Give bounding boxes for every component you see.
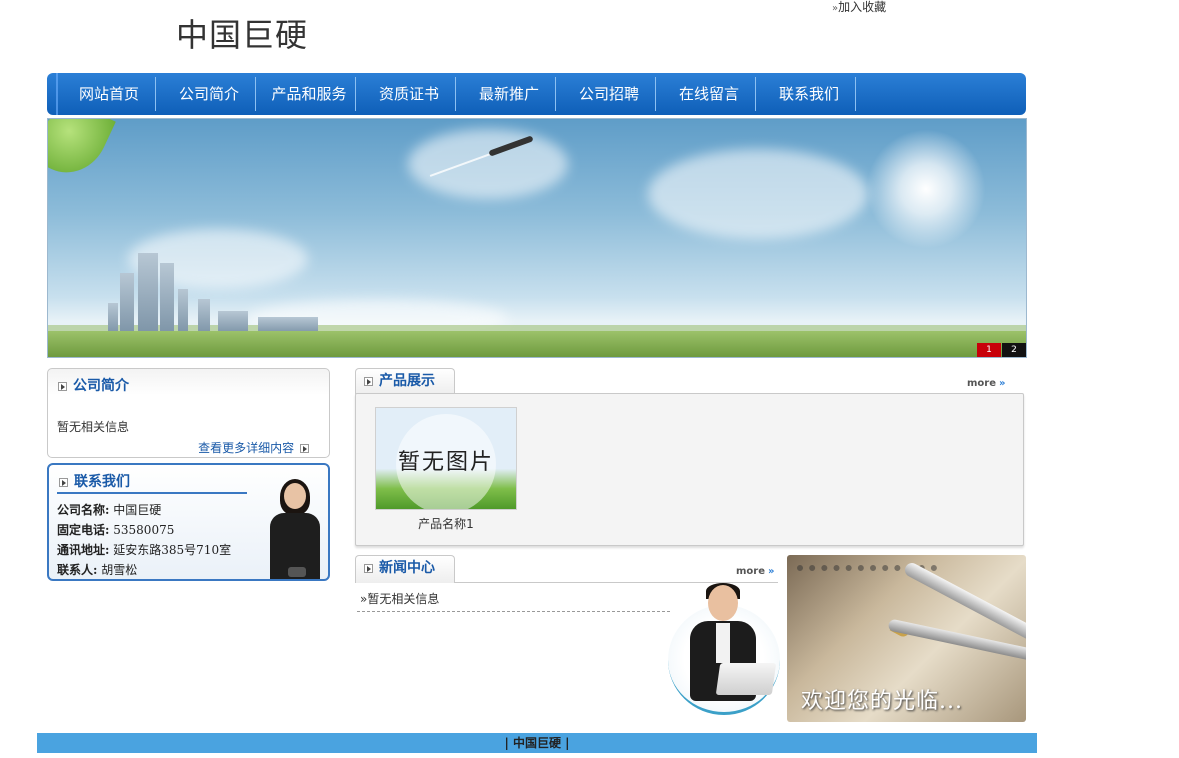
site-logo[interactable]: 中国巨硬 [176, 10, 308, 56]
nav-separator [555, 77, 556, 111]
about-title-label: 公司简介 [73, 378, 129, 394]
hero-banner[interactable]: 1 2 [47, 118, 1027, 358]
slide-indicators: 1 2 [976, 343, 1026, 357]
nav-item-promotions[interactable]: 最新推广 [459, 73, 559, 115]
tab-products[interactable]: 产品展示 [355, 368, 455, 394]
sun-glow [866, 129, 986, 249]
nav-separator [655, 77, 656, 111]
contact-label: 通讯地址: [57, 543, 110, 557]
nav-item-message[interactable]: 在线留言 [659, 73, 759, 115]
building [108, 303, 118, 333]
nav-separator [155, 77, 156, 111]
arrow-right-icon [364, 376, 373, 386]
news-title-label: 新闻中心 [379, 560, 435, 576]
receptionist-image [266, 479, 324, 579]
contact-label: 固定电话: [57, 523, 110, 537]
add-favorite-link[interactable]: »加入收藏 [832, 0, 886, 15]
slide-dot-2[interactable]: 2 [1002, 343, 1026, 357]
contact-label: 联系人: [57, 563, 98, 577]
more-label: more [967, 378, 997, 389]
building [218, 311, 248, 333]
about-more-label: 查看更多详细内容 [198, 441, 295, 455]
nav-separator [255, 77, 256, 111]
nav-item-products-services[interactable]: 产品和服务 [259, 73, 359, 115]
products-title-label: 产品展示 [379, 373, 435, 389]
products-more-link[interactable]: more» [967, 378, 1005, 389]
welcome-text: 欢迎您的光临... [801, 689, 963, 714]
businessman-image [668, 583, 780, 715]
contact-title-label: 联系我们 [74, 474, 130, 490]
building [138, 253, 158, 333]
more-label: more [736, 566, 766, 577]
footer: | 中国巨硬 | [37, 733, 1037, 753]
welcome-image: 欢迎您的光临... [787, 555, 1026, 722]
news-divider [357, 611, 670, 612]
building [198, 299, 210, 333]
news-list-item[interactable]: »暂无相关信息 [360, 590, 439, 607]
nav-item-jobs[interactable]: 公司招聘 [559, 73, 659, 115]
contact-row-person: 联系人: 胡雪松 [57, 561, 137, 578]
contact-value: 53580075 [113, 523, 175, 537]
nav-item-certificates[interactable]: 资质证书 [359, 73, 459, 115]
arrow-right-icon [300, 444, 309, 453]
about-panel: 公司简介 暂无相关信息 查看更多详细内容 [47, 368, 330, 458]
about-text: 暂无相关信息 [57, 420, 130, 434]
contact-value: 中国巨硬 [113, 503, 162, 517]
nav-item-home[interactable]: 网站首页 [59, 73, 159, 115]
contact-panel: 联系我们 公司名称: 中国巨硬 固定电话: 53580075 通讯地址: 延安东… [47, 463, 330, 581]
add-favorite-label: 加入收藏 [838, 0, 887, 14]
product-card[interactable]: 暂无图片 产品名称1 [375, 407, 517, 532]
building [160, 263, 174, 333]
product-image-caption: 暂无图片 [397, 450, 494, 475]
tab-news[interactable]: 新闻中心 [355, 555, 455, 583]
product-name[interactable]: 产品名称1 [375, 515, 517, 532]
product-image[interactable]: 暂无图片 [375, 407, 517, 510]
contact-label: 公司名称: [57, 503, 110, 517]
double-chevron-icon: » [768, 566, 775, 577]
main-navigation: 网站首页 公司简介 产品和服务 资质证书 最新推广 公司招聘 在线留言 联系我们 [47, 73, 1026, 115]
contact-value: 延安东路385号710室 [113, 543, 232, 557]
nav-separator [355, 77, 356, 111]
about-more-link[interactable]: 查看更多详细内容 [198, 439, 315, 456]
grass [48, 331, 1026, 357]
nav-item-contact[interactable]: 联系我们 [759, 73, 859, 115]
slide-dot-1[interactable]: 1 [977, 343, 1001, 357]
news-more-link[interactable]: more» [736, 566, 774, 577]
laptop-icon [715, 663, 777, 695]
cloud [408, 129, 568, 199]
contact-title: 联系我们 [59, 471, 130, 491]
cloud [648, 149, 868, 239]
contact-row-company: 公司名称: 中国巨硬 [57, 501, 161, 518]
nav-separator [755, 77, 756, 111]
contact-row-phone: 固定电话: 53580075 [57, 521, 174, 538]
nav-item-about[interactable]: 公司简介 [159, 73, 259, 115]
leaf-icon [48, 119, 116, 186]
nav-separator [455, 77, 456, 111]
building [178, 289, 188, 333]
footer-text: | 中国巨硬 | [504, 736, 570, 750]
building [120, 273, 134, 333]
double-chevron-icon: » [999, 378, 1006, 389]
nav-separator [855, 77, 856, 111]
arrow-right-icon [364, 563, 373, 573]
arrow-right-icon [58, 381, 67, 391]
telephone-icon [288, 567, 306, 577]
contact-row-address: 通讯地址: 延安东路385号710室 [57, 541, 231, 558]
about-title: 公司简介 [58, 375, 129, 395]
contact-value: 胡雪松 [101, 563, 138, 577]
arrow-right-icon [59, 477, 68, 487]
contact-title-underline [57, 492, 247, 494]
nav-divider [56, 73, 58, 115]
